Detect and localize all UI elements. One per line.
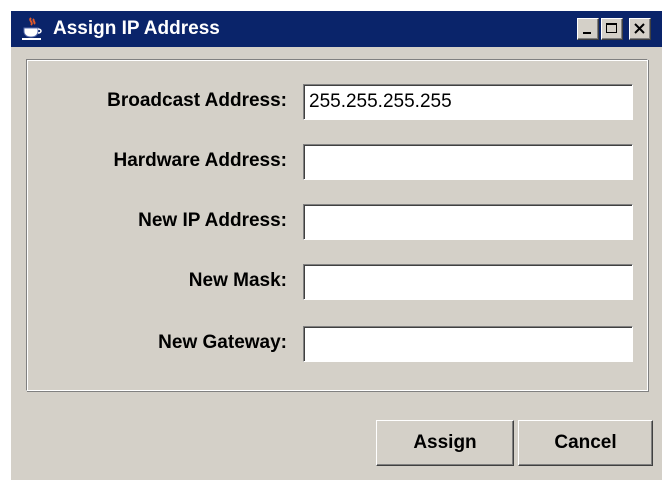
cancel-button[interactable]: Cancel <box>518 420 653 466</box>
new-ip-address-input[interactable] <box>303 204 633 240</box>
minimize-icon <box>583 32 591 34</box>
maximize-button[interactable] <box>601 18 623 40</box>
hardware-address-input[interactable] <box>303 144 633 180</box>
minimize-button[interactable] <box>577 18 599 40</box>
broadcast-address-label: Broadcast Address: <box>107 90 287 111</box>
close-icon <box>634 23 645 34</box>
broadcast-address-input[interactable] <box>303 84 633 120</box>
new-ip-address-label: New IP Address: <box>138 210 287 231</box>
new-gateway-label: New Gateway: <box>158 332 287 353</box>
new-mask-input[interactable] <box>303 264 633 300</box>
window-title: Assign IP Address <box>53 18 220 39</box>
java-coffee-cup-icon <box>22 17 42 40</box>
form-panel: Broadcast Address: Hardware Address: New… <box>26 59 648 391</box>
new-mask-label: New Mask: <box>188 270 287 291</box>
title-bar[interactable]: Assign IP Address <box>11 11 662 47</box>
assign-ip-dialog: Assign IP Address Broadcast Address: Har… <box>10 10 662 480</box>
close-button[interactable] <box>629 18 651 40</box>
new-gateway-input[interactable] <box>303 326 633 362</box>
hardware-address-label: Hardware Address: <box>113 150 287 171</box>
assign-button[interactable]: Assign <box>376 420 514 466</box>
maximize-icon <box>606 23 617 33</box>
